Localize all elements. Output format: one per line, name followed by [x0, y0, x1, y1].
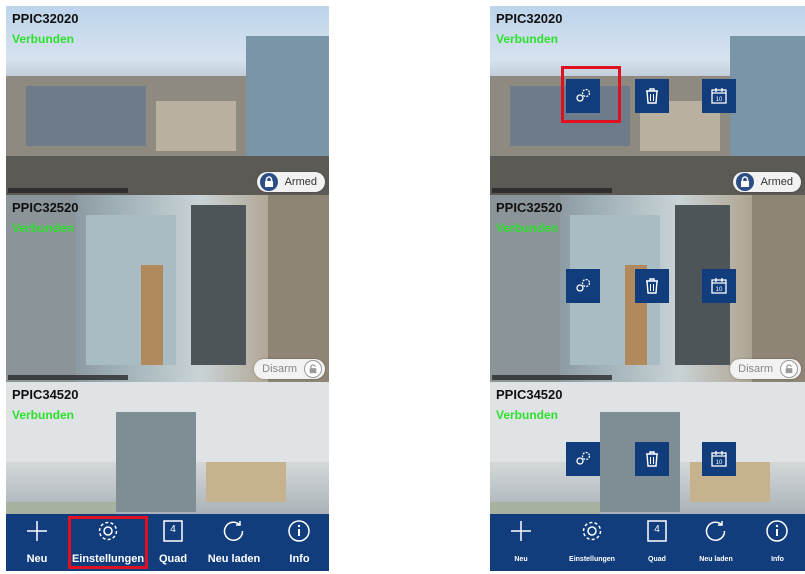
video-timestamp	[492, 375, 612, 380]
info-label: Info	[289, 553, 310, 565]
lock-open-icon	[780, 360, 798, 378]
reload-button[interactable]: Neu laden	[682, 514, 750, 571]
lock-closed-icon	[735, 173, 754, 191]
camera-tile-1[interactable]: PPIC32020 Verbunden Armed	[6, 6, 329, 195]
trash-icon	[646, 451, 658, 467]
reload-button[interactable]: Neu laden	[198, 514, 270, 571]
delete-camera-button[interactable]	[635, 269, 669, 303]
add-button[interactable]: Neu	[490, 514, 552, 571]
calendar-icon: 10	[711, 278, 727, 294]
calendar-number: 10	[716, 97, 723, 103]
info-button[interactable]: Info	[270, 514, 329, 571]
armed-label: Armed	[284, 176, 317, 188]
connection-status: Verbunden	[12, 221, 75, 235]
schedule-button[interactable]: 10	[702, 79, 736, 113]
quad-label: Quad	[158, 553, 188, 565]
camera-name: PPIC32020	[12, 11, 79, 26]
quad-number: 4	[170, 524, 176, 535]
reload-label: Neu laden	[699, 556, 733, 563]
connection-status: Verbunden	[496, 32, 559, 46]
connection-status: Verbunden	[12, 32, 75, 46]
quad-label: Quad	[648, 556, 666, 563]
calendar-icon: 10	[711, 88, 727, 104]
schedule-button[interactable]: 10	[702, 269, 736, 303]
info-icon	[766, 520, 788, 542]
quad-button[interactable]: 4 Quad	[632, 514, 682, 571]
connection-status: Verbunden	[496, 408, 559, 422]
armed-toggle[interactable]: Armed	[732, 172, 801, 192]
armed-label: Armed	[760, 176, 793, 188]
settings-button[interactable]: Einstellungen	[552, 514, 632, 571]
info-label: Info	[771, 556, 784, 563]
calendar-icon: 10	[711, 451, 727, 467]
settings-highlight-box	[561, 66, 621, 123]
calendar-number: 10	[716, 460, 723, 466]
gear-icon	[582, 521, 602, 541]
settings-label: Einstellungen	[569, 556, 615, 563]
trash-icon	[646, 278, 658, 294]
info-button[interactable]: Info	[750, 514, 805, 571]
quad-number: 4	[654, 524, 660, 535]
disarm-toggle[interactable]: Disarm	[254, 359, 325, 379]
delete-camera-button[interactable]	[635, 442, 669, 476]
delete-camera-button[interactable]	[635, 79, 669, 113]
camera-tile-1[interactable]: PPIC32020 Verbunden Armed 10	[490, 6, 805, 195]
bottom-toolbar: Neu Einstellungen 4 Quad Neu laden Info	[6, 514, 329, 571]
camera-name: PPIC32020	[496, 11, 563, 26]
video-timestamp	[8, 188, 128, 193]
reload-icon	[705, 521, 726, 541]
lock-closed-icon	[259, 173, 278, 191]
disarm-label: Disarm	[738, 363, 773, 375]
calendar-number: 10	[716, 287, 723, 293]
camera-name: PPIC34520	[12, 387, 79, 402]
armed-toggle[interactable]: Armed	[256, 172, 325, 192]
add-button[interactable]: Neu	[6, 514, 68, 571]
app-screen-edit-mode: PPIC32020 Verbunden Armed 10 PPIC32520 V…	[490, 6, 805, 571]
info-icon	[288, 520, 310, 542]
plus-icon	[511, 521, 531, 541]
trash-icon	[646, 88, 658, 104]
reload-label: Neu laden	[207, 553, 261, 565]
add-label: Neu	[26, 553, 48, 565]
bottom-toolbar: Neu Einstellungen 4 Quad Neu laden Info	[490, 514, 805, 571]
camera-name: PPIC32520	[496, 200, 563, 215]
connection-status: Verbunden	[496, 221, 559, 235]
plus-icon	[27, 521, 47, 541]
add-label: Neu	[514, 556, 528, 563]
gears-icon	[576, 451, 591, 465]
video-timestamp	[492, 188, 612, 193]
camera-name: PPIC34520	[496, 387, 563, 402]
quad-button[interactable]: 4 Quad	[148, 514, 198, 571]
camera-name: PPIC32520	[12, 200, 79, 215]
schedule-button[interactable]: 10	[702, 442, 736, 476]
disarm-toggle[interactable]: Disarm	[730, 359, 801, 379]
lock-open-icon	[304, 360, 322, 378]
reload-icon	[223, 521, 244, 541]
video-timestamp	[8, 375, 128, 380]
camera-tile-2[interactable]: PPIC32520 Verbunden Disarm 10	[490, 195, 805, 382]
app-screen-default: PPIC32020 Verbunden Armed PPIC32520 Verb…	[6, 6, 329, 571]
disarm-label: Disarm	[262, 363, 297, 375]
camera-settings-button[interactable]	[566, 442, 600, 476]
settings-highlight-box	[68, 516, 148, 569]
gears-icon	[576, 278, 591, 292]
connection-status: Verbunden	[12, 408, 75, 422]
camera-tile-2[interactable]: PPIC32520 Verbunden Disarm	[6, 195, 329, 382]
camera-settings-button[interactable]	[566, 269, 600, 303]
